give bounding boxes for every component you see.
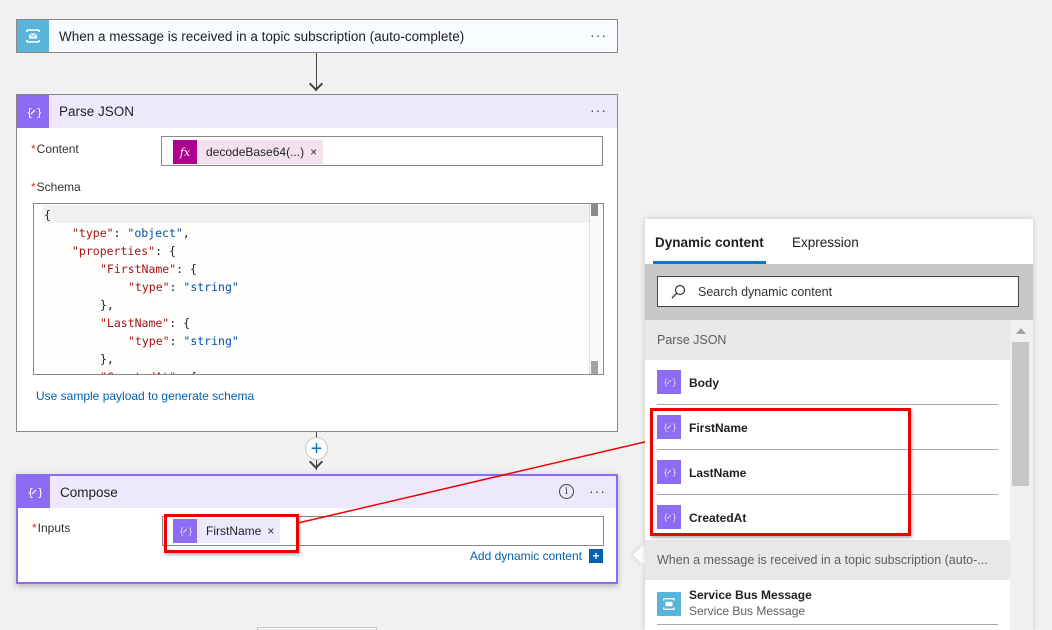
search-area: Search dynamic content [645,264,1033,320]
scroll-up-icon[interactable] [1016,328,1026,334]
service-bus-icon [657,592,681,616]
section-header-parse-json: Parse JSON [645,320,1010,360]
tab-dynamic-content[interactable]: Dynamic content [655,235,764,250]
highlight-box [650,408,911,536]
panel-tabs: Dynamic content Expression [645,219,1033,264]
section-header-trigger: When a message is received in a topic su… [645,540,1010,580]
search-input[interactable]: Search dynamic content [657,276,1019,307]
svg-text:}: } [672,379,676,389]
variable-icon: {} [657,370,681,394]
list-item-body[interactable]: {} Body [657,360,998,405]
search-icon [670,284,686,300]
panel-scrollbar[interactable] [1010,320,1033,630]
tab-expression[interactable]: Expression [792,235,859,250]
list-item-service-bus-message[interactable]: Service Bus Message Service Bus Message [657,580,998,625]
scrollbar-thumb[interactable] [1012,342,1029,486]
